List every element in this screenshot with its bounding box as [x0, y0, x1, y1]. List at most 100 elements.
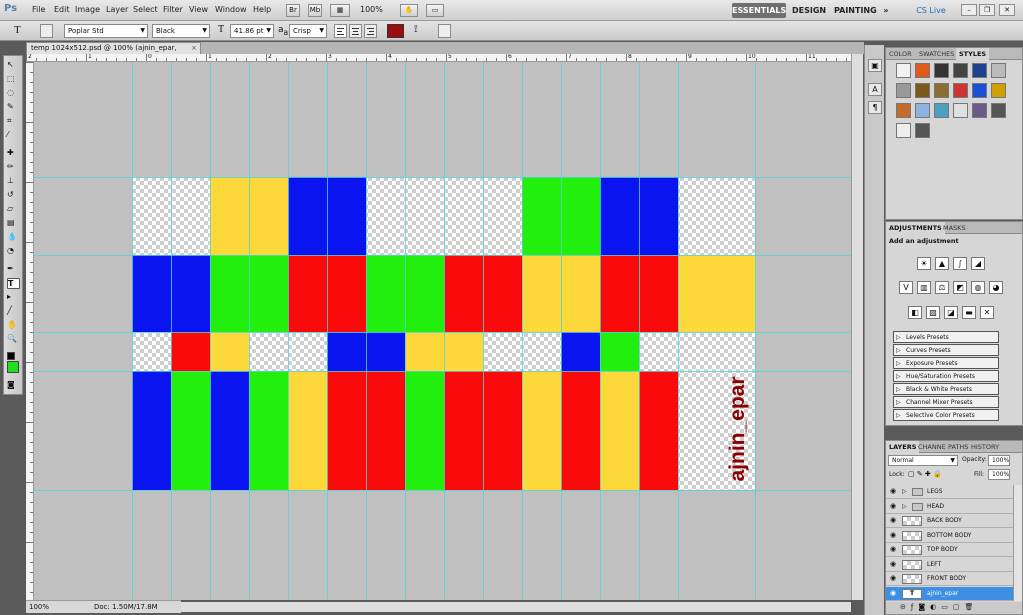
move-tool-icon[interactable]: ↖: [7, 60, 20, 71]
style-swatch[interactable]: [915, 63, 930, 78]
tab-channels[interactable]: CHANNE: [915, 441, 949, 453]
menu-image[interactable]: Image: [75, 5, 100, 14]
document-tab[interactable]: temp 1024x512.psd @ 100% (ajnin_epar, RG…: [26, 42, 201, 63]
style-swatch[interactable]: [896, 103, 911, 118]
fill-input[interactable]: 100%: [988, 469, 1010, 480]
type-tool-icon[interactable]: T: [7, 278, 20, 289]
menu-file[interactable]: File: [32, 5, 45, 14]
background-color-swatch[interactable]: [7, 361, 19, 373]
gradient-tool-icon[interactable]: ▤: [7, 218, 20, 229]
lasso-tool-icon[interactable]: ◌: [7, 88, 20, 99]
gradient-map-icon[interactable]: ▬: [962, 306, 976, 319]
pen-tool-icon[interactable]: ✒: [7, 264, 20, 275]
style-swatch[interactable]: [915, 123, 930, 138]
expand-icon[interactable]: ▷: [902, 500, 907, 513]
eye-icon[interactable]: ◉: [890, 529, 896, 542]
style-swatch[interactable]: [991, 63, 1006, 78]
navigator-panel-icon[interactable]: ▣: [868, 59, 882, 72]
menu-select[interactable]: Select: [133, 5, 158, 14]
eye-icon[interactable]: ◉: [890, 514, 896, 527]
character-panel-toggle-icon[interactable]: [438, 24, 451, 38]
style-swatch[interactable]: [991, 103, 1006, 118]
font-size-select[interactable]: 41.86 pt ▼: [230, 24, 274, 38]
eye-icon[interactable]: ◉: [890, 500, 896, 513]
vertical-scrollbar[interactable]: [851, 54, 863, 600]
style-swatch[interactable]: [915, 103, 930, 118]
eraser-tool-icon[interactable]: ▱: [7, 204, 20, 215]
exposure-icon[interactable]: ◢: [971, 257, 985, 270]
menu-layer[interactable]: Layer: [106, 5, 128, 14]
invert-icon[interactable]: ◧: [908, 306, 922, 319]
workspace-design[interactable]: DESIGN: [792, 3, 826, 18]
menu-view[interactable]: View: [189, 5, 208, 14]
close-tab-icon[interactable]: ×: [191, 43, 197, 54]
threshold-icon[interactable]: ◪: [944, 306, 958, 319]
black-white-icon[interactable]: ◩: [953, 281, 967, 294]
eye-icon[interactable]: ◉: [890, 558, 896, 571]
color-balance-icon[interactable]: ⚖: [935, 281, 949, 294]
style-swatch[interactable]: [953, 83, 968, 98]
restore-icon[interactable]: ❐: [979, 4, 995, 16]
style-swatch[interactable]: [953, 63, 968, 78]
tab-adjustments[interactable]: ADJUSTMENTS: [886, 222, 945, 234]
text-color-swatch[interactable]: [387, 24, 404, 38]
menu-filter[interactable]: Filter: [163, 5, 183, 14]
vibrance-icon[interactable]: V: [899, 281, 913, 294]
shape-tool-icon[interactable]: ╱: [7, 306, 20, 317]
preset-channel-mixer[interactable]: Channel Mixer Presets: [893, 396, 999, 408]
blur-tool-icon[interactable]: 💧: [7, 232, 20, 243]
character-panel-icon[interactable]: A: [868, 83, 882, 96]
tab-styles[interactable]: STYLES: [956, 48, 990, 60]
opacity-input[interactable]: 100%: [988, 455, 1010, 466]
quick-mask-icon[interactable]: ◙: [7, 380, 20, 391]
crop-tool-icon[interactable]: ⌗: [7, 116, 20, 127]
layers-scrollbar[interactable]: [1013, 485, 1022, 601]
warp-text-icon[interactable]: ⟟: [414, 24, 418, 35]
style-swatch[interactable]: [972, 63, 987, 78]
tab-swatches[interactable]: SWATCHES: [916, 48, 957, 60]
photo-filter-icon[interactable]: ◍: [971, 281, 985, 294]
lock-icons[interactable]: ▢ ✎ ✚ 🔒: [908, 470, 942, 478]
channel-mixer-icon[interactable]: ◕: [989, 281, 1003, 294]
layer-row[interactable]: ◉ LEFT: [886, 557, 1013, 572]
arrange-icon[interactable]: ▭: [426, 4, 444, 17]
expand-icon[interactable]: ▷: [902, 485, 907, 498]
workspace-essentials[interactable]: ESSENTIALS: [732, 3, 786, 18]
marquee-tool-icon[interactable]: ⬚: [7, 74, 20, 85]
extras-icon[interactable]: ▦: [330, 4, 350, 17]
quick-select-tool-icon[interactable]: ✎: [7, 102, 20, 113]
style-swatch[interactable]: [896, 63, 911, 78]
close-window-icon[interactable]: ✕: [999, 4, 1015, 16]
hue-saturation-icon[interactable]: ▥: [917, 281, 931, 294]
font-style-select[interactable]: Black ▼: [152, 24, 210, 38]
layer-row[interactable]: ◉ BOTTOM BODY: [886, 528, 1013, 543]
zoom-level[interactable]: 100%: [360, 5, 383, 14]
posterize-icon[interactable]: ▨: [926, 306, 940, 319]
paragraph-panel-icon[interactable]: ¶: [868, 101, 882, 114]
style-swatch[interactable]: [991, 83, 1006, 98]
layer-row[interactable]: ◉ TOP BODY: [886, 543, 1013, 557]
align-center-button[interactable]: [349, 24, 362, 38]
preset-hue-saturation[interactable]: Hue/Saturation Presets: [893, 370, 999, 382]
tab-masks[interactable]: MASKS: [940, 222, 969, 234]
style-swatch[interactable]: [972, 103, 987, 118]
status-doc-size[interactable]: Doc: 1.50M/17.8M: [94, 601, 158, 613]
more-workspaces-icon[interactable]: »: [880, 3, 892, 18]
type-tool-preset-icon[interactable]: T: [14, 24, 21, 36]
status-zoom[interactable]: 100%: [29, 601, 49, 613]
curves-icon[interactable]: ∫: [953, 257, 967, 270]
menu-help[interactable]: Help: [253, 5, 271, 14]
preset-selective-color[interactable]: Selective Color Presets: [893, 409, 999, 421]
style-swatch[interactable]: [953, 103, 968, 118]
healing-brush-tool-icon[interactable]: ✚: [7, 148, 20, 159]
path-select-tool-icon[interactable]: ▸: [7, 292, 20, 303]
canvas-area[interactable]: ajnin_epar: [34, 62, 851, 600]
eye-icon[interactable]: ◉: [890, 485, 896, 498]
preset-exposure[interactable]: Exposure Presets: [893, 357, 999, 369]
tab-color[interactable]: COLOR: [886, 48, 915, 60]
workspace-painting[interactable]: PAINTING: [834, 3, 877, 18]
eye-icon[interactable]: ◉: [890, 543, 896, 556]
orientation-toggle-icon[interactable]: [40, 24, 53, 38]
style-swatch[interactable]: [934, 103, 949, 118]
align-right-button[interactable]: [364, 24, 377, 38]
